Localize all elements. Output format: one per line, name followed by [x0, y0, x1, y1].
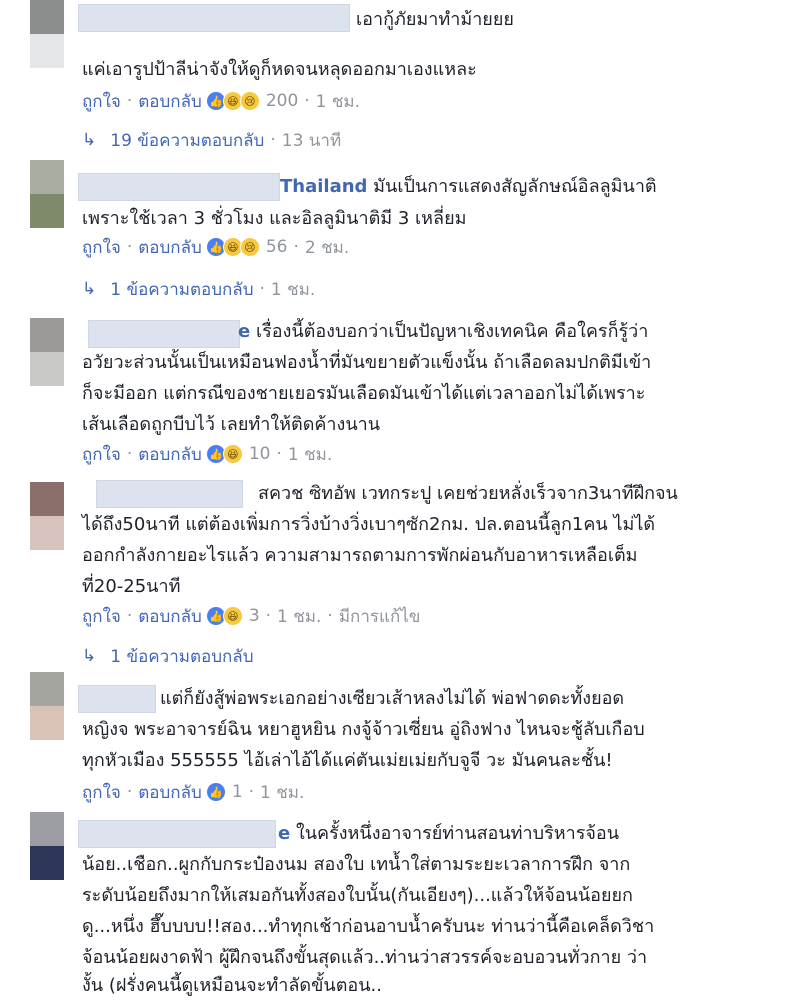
replies-count[interactable]: 1 ข้อความตอบกลับ — [110, 643, 253, 670]
reply-arrow-icon: ↳ — [82, 279, 97, 299]
avatar[interactable] — [30, 482, 64, 550]
comment-actions: ถูกใจ · ตอบกลับ 👍 1 · 1 ชม. — [82, 779, 304, 805]
comment-text: e ในครั้งหนึ่งอาจารย์ท่านสอนท่าบริหารจ้อ… — [278, 818, 619, 849]
comment-actions: ถูกใจ · ตอบกลับ 👍 😆 3 · 1 ชม. · มีการแก้… — [82, 603, 420, 629]
comment-text: ออกกำลังกายอะไรแล้ว ความสามารถตามการพักผ… — [82, 545, 638, 566]
comment-text: งั้น (ฝรั่งคนนี้ดูเหมือนจะทำลัดขั้นตอน.. — [82, 975, 382, 996]
view-replies[interactable]: ↳ 1 ข้อความตอบกลับ — [82, 643, 254, 669]
like-link[interactable]: ถูกใจ — [82, 779, 121, 806]
avatar[interactable] — [30, 160, 64, 228]
reaction-count: 3 — [248, 606, 260, 626]
commenter-name-redacted[interactable] — [78, 685, 156, 713]
comment-time[interactable]: 1 ชม. — [277, 603, 321, 630]
like-link[interactable]: ถูกใจ — [82, 603, 121, 630]
comment-text: e เรื่องนี้ต้องบอกว่าเป็นปัญหาเชิงเทคนิค… — [238, 316, 648, 347]
like-link[interactable]: ถูกใจ — [82, 88, 121, 115]
like-link[interactable]: ถูกใจ — [82, 441, 121, 468]
reply-link[interactable]: ตอบกลับ — [138, 88, 202, 115]
sad-reaction-icon: 😢 — [239, 237, 260, 257]
reactions[interactable]: 👍 😆 10 — [205, 444, 271, 464]
comment-text: ได้ถึง50นาที แต่ต้องเพิ่มการวิ่งบ้างวิ่ง… — [82, 514, 656, 535]
replies-count[interactable]: 1 ข้อความตอบกลับ — [110, 276, 253, 303]
sad-reaction-icon: 😢 — [239, 91, 260, 111]
commenter-name-redacted[interactable] — [88, 320, 240, 348]
comment-text: Thailand มันเป็นการแสดงสัญลักษณ์อิลลูมิน… — [280, 171, 657, 202]
comment-text: เพราะใช้เวลา 3 ชั่วโมง และอิลลูมินาติมี … — [82, 208, 467, 229]
comment-text: ทุกหัวเมือง 555555 ไอ้เล่าไอ้ได้แค่ตันเม… — [82, 750, 613, 771]
haha-reaction-icon: 😆 — [222, 606, 243, 626]
reaction-count: 200 — [265, 91, 299, 111]
comment-text: น้อย..เชือก..ผูกกับกระป๋องนม สองใบ เทน้ำ… — [82, 854, 631, 875]
comment-text-line: มันเป็นการแสดงสัญลักษณ์อิลลูมินาติ — [373, 176, 657, 197]
comment-text: ระดับน้อยถึงมากให้เสมอกันทั้งสองใบนั้น(ก… — [82, 885, 633, 906]
avatar[interactable] — [30, 318, 64, 386]
reply-link[interactable]: ตอบกลับ — [138, 441, 202, 468]
comment-text: ที่20-25นาที — [82, 576, 181, 597]
reaction-count: 1 — [231, 782, 243, 802]
commenter-name-redacted[interactable] — [78, 820, 276, 848]
comment-actions: ถูกใจ · ตอบกลับ 👍 😆 😢 56 · 2 ชม. — [82, 234, 349, 260]
comment-text: อวัยวะส่วนนั้นเป็นเหมือนฟองน้ำที่มันขยาย… — [82, 352, 652, 373]
reply-link[interactable]: ตอบกลับ — [138, 779, 202, 806]
comment-actions: ถูกใจ · ตอบกลับ 👍 😆 10 · 1 ชม. — [82, 441, 332, 467]
comment-text: เอากู้ภัยมาทำม้ายยย — [356, 9, 514, 30]
like-link[interactable]: ถูกใจ — [82, 234, 121, 261]
reply-arrow-icon: ↳ — [82, 130, 97, 150]
reactions[interactable]: 👍 😆 😢 56 — [205, 237, 288, 257]
commenter-name-redacted[interactable] — [78, 173, 280, 201]
view-replies[interactable]: ↳ 19 ข้อความตอบกลับ · 13 นาที — [82, 127, 341, 153]
reply-arrow-icon: ↳ — [82, 646, 97, 666]
replies-count[interactable]: 19 ข้อความตอบกลับ — [110, 127, 264, 154]
avatar[interactable] — [30, 0, 64, 68]
comment-text: หญิงจ พระอาจารย์ฉิน หยาฮูหยิน กงจู้จ้าวเ… — [82, 719, 645, 740]
reactions[interactable]: 👍 😆 3 — [205, 606, 260, 626]
comment-text: สควช ซิทอัพ เวทกระปู เคยช่วยหลั่งเร็วจาก… — [258, 483, 678, 504]
comment-text: แต่ก็ยังสู้พ่อพระเอกอย่างเซียวเส้าหลงไม่… — [160, 688, 625, 709]
comment-time[interactable]: 2 ชม. — [305, 234, 349, 261]
haha-reaction-icon: 😆 — [222, 444, 243, 464]
comment-text: จ้อนน้อยผงาดฟ้า ผู้ฝึกจนถึงขั้นสุดแล้ว..… — [82, 947, 648, 968]
comment-actions: ถูกใจ · ตอบกลับ 👍 😆 😢 200 · 1 ชม. — [82, 88, 360, 114]
comment-time[interactable]: 1 ชม. — [316, 88, 360, 115]
commenter-name-redacted[interactable] — [96, 480, 243, 508]
reaction-count: 56 — [265, 237, 288, 257]
commenter-name[interactable]: Thailand — [280, 176, 367, 197]
replies-time: 13 นาที — [281, 130, 342, 151]
replies-time: 1 ชม. — [270, 279, 316, 300]
edited-label[interactable]: มีการแก้ไข — [339, 603, 421, 630]
commenter-name[interactable]: e — [278, 823, 290, 844]
comment-text: ก็จะมีออก แต่กรณีของชายเยอรมันเลือดมันเข… — [82, 383, 646, 404]
like-reaction-icon: 👍 — [205, 782, 226, 802]
comment-text: แค่เอารูปป้าลีน่าจังให้ดูก็หดจนหลุดออกมา… — [82, 59, 477, 80]
comment-text-line: ในครั้งหนึ่งอาจารย์ท่านสอนท่าบริหารจ้อน — [295, 823, 620, 844]
comment-time[interactable]: 1 ชม. — [260, 779, 304, 806]
avatar[interactable] — [30, 672, 64, 740]
commenter-name[interactable]: e — [238, 321, 250, 342]
reactions[interactable]: 👍 1 — [205, 782, 243, 802]
comment-text: ดู...หนึ่ง ฮึ๊บบบบ!!สอง...ทำทุกเช้าก่อนอ… — [82, 916, 655, 937]
reply-link[interactable]: ตอบกลับ — [138, 234, 202, 261]
comment-time[interactable]: 1 ชม. — [288, 441, 332, 468]
commenter-name-redacted[interactable] — [78, 4, 350, 32]
reactions[interactable]: 👍 😆 😢 200 — [205, 91, 299, 111]
view-replies[interactable]: ↳ 1 ข้อความตอบกลับ · 1 ชม. — [82, 276, 315, 302]
reply-link[interactable]: ตอบกลับ — [138, 603, 202, 630]
avatar[interactable] — [30, 812, 64, 880]
comment-text: เส้นเลือดถูกบีบไว้ เลยทำให้ติดค้างนาน — [82, 414, 381, 435]
comment-text-line: เรื่องนี้ต้องบอกว่าเป็นปัญหาเชิงเทคนิค ค… — [255, 321, 649, 342]
reaction-count: 10 — [248, 444, 271, 464]
